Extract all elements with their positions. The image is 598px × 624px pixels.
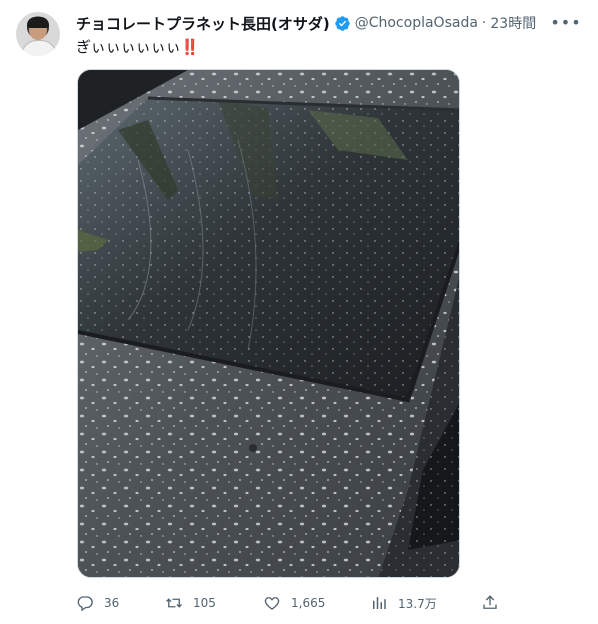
tweet-text: ぎぃぃぃぃぃぃ‼️: [76, 36, 199, 57]
like-count: 1,665: [291, 596, 326, 610]
tweet-header: チョコレートプラネット長田(オサダ) @ChocoplaOsada · 23時間: [76, 12, 536, 34]
avatar-body: [21, 40, 57, 56]
reply-button[interactable]: 36: [76, 592, 119, 614]
heart-icon: [264, 597, 280, 610]
share-button[interactable]: [481, 592, 509, 614]
avatar-hair: [27, 17, 49, 28]
author-name[interactable]: チョコレートプラネット長田(オサダ): [76, 13, 330, 34]
views-count: 13.7万: [398, 596, 437, 611]
views-button[interactable]: 13.7万: [370, 592, 437, 614]
tweet-text-body: ぎぃぃぃぃぃぃ: [76, 38, 181, 56]
action-bar: 36 105 1,665 13.7万: [76, 592, 516, 614]
like-button[interactable]: 1,665: [263, 592, 325, 614]
more-options-icon[interactable]: •••: [550, 10, 580, 34]
verified-badge-icon: [334, 15, 350, 31]
share-icon: [483, 595, 497, 609]
retweet-count: 105: [193, 596, 216, 610]
car-roof-image: [78, 70, 459, 577]
double-exclamation-emoji: ‼️: [180, 38, 200, 56]
retweet-button[interactable]: 105: [165, 592, 216, 614]
avatar[interactable]: [16, 12, 60, 56]
views-icon: [373, 597, 386, 609]
timestamp[interactable]: 23時間: [490, 13, 536, 33]
tweet-photo[interactable]: [77, 69, 460, 578]
tweet[interactable]: チョコレートプラネット長田(オサダ) @ChocoplaOsada · 23時間…: [0, 0, 598, 624]
reply-icon: [77, 596, 93, 612]
reply-count: 36: [104, 596, 120, 610]
author-handle[interactable]: @ChocoplaOsada: [355, 15, 478, 31]
retweet-icon: [166, 598, 182, 608]
separator-dot: ·: [481, 15, 487, 31]
